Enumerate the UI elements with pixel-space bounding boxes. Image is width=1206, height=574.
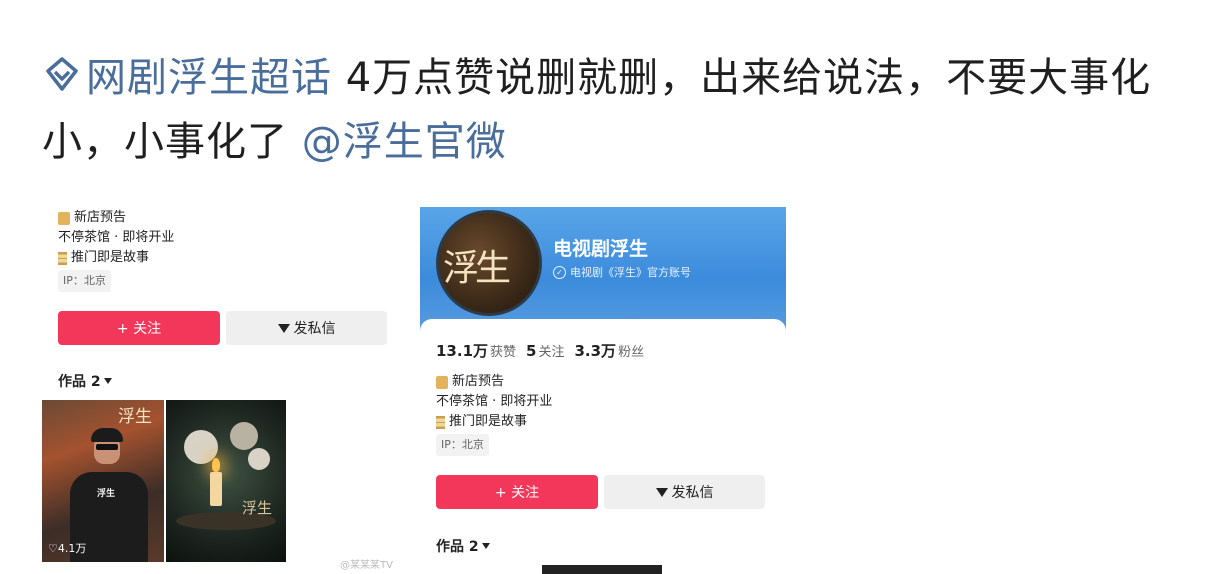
candle — [210, 472, 222, 506]
mention-link[interactable]: @浮生官微 — [302, 119, 507, 165]
video-thumbnail[interactable] — [542, 565, 662, 574]
verify-text: 电视剧《浮生》官方账号 — [570, 266, 691, 279]
flower-decoration — [248, 448, 270, 470]
avatar-logo: 浮生 — [443, 248, 511, 289]
bio-line: 推门即是故事 — [449, 414, 528, 429]
stats-row: 13.1万 获赞 5 关注 3.3万 粉丝 — [436, 340, 654, 361]
thumbnail-logo: 浮生 — [241, 499, 272, 517]
flower-decoration — [230, 422, 258, 450]
likes-count[interactable]: 13.1万 — [436, 342, 488, 360]
bio-line: 新店预告 — [452, 374, 505, 389]
bio: 新店预告 不停茶馆 · 即将开业 推门即是故事 IP：北京 — [436, 372, 552, 456]
bio-line: 推门即是故事 — [71, 250, 150, 265]
likes-label: 获赞 — [490, 345, 517, 360]
send-icon — [277, 323, 290, 333]
dropdown-icon — [103, 378, 112, 384]
dropdown-icon — [481, 543, 490, 549]
account-name: 电视剧浮生 — [553, 238, 649, 260]
message-button[interactable]: 发私信 — [604, 475, 765, 509]
follow-button[interactable]: + 关注 — [58, 311, 220, 345]
message-label: 发私信 — [293, 321, 336, 337]
watermark: @某某某TV — [340, 560, 393, 571]
bio: 新店预告 不停茶馆 · 即将开业 推门即是故事 IP：北京 — [58, 208, 174, 292]
following-count[interactable]: 5 — [526, 342, 536, 360]
right-profile-screenshot: 浮生 电视剧浮生 ✓ 电视剧《浮生》官方账号 13.1万 获赞 5 关注 3.3万 粉丝 … — [420, 207, 786, 574]
bio-line: 不停茶馆 · 即将开业 — [436, 394, 553, 409]
video-thumbnail[interactable]: 浮生 — [166, 400, 286, 562]
like-count-value: 4.1万 — [57, 542, 87, 555]
followers-label: 粉丝 — [618, 345, 645, 360]
send-icon — [655, 487, 668, 497]
hourglass-icon — [58, 251, 67, 265]
thumbnail-logo: 浮生 — [118, 407, 152, 427]
like-count: ♡4.1万 — [48, 540, 86, 556]
message-label: 发私信 — [671, 485, 714, 501]
follow-button[interactable]: + 关注 — [436, 475, 598, 509]
avatar[interactable]: 浮生 — [436, 210, 542, 316]
shirt-logo: 浮生 — [97, 489, 116, 499]
scroll-icon — [58, 211, 70, 225]
heart-icon: ♡ — [48, 542, 58, 555]
hourglass-icon — [436, 415, 445, 429]
topic-link[interactable]: 网剧浮生超话 — [86, 55, 332, 101]
left-profile-screenshot: 新店预告 不停茶馆 · 即将开业 推门即是故事 IP：北京 + 关注 发私信 作… — [42, 200, 407, 574]
works-tab[interactable]: 作品 2 — [58, 371, 112, 391]
person-sunglasses — [96, 444, 118, 450]
video-thumbnail[interactable]: 浮生 浮生 ♡4.1万 — [42, 400, 164, 562]
candle-flame — [212, 458, 220, 472]
followers-count[interactable]: 3.3万 — [574, 342, 616, 360]
works-tab[interactable]: 作品 2 — [436, 536, 490, 556]
person-cap — [91, 428, 123, 442]
ip-tag: IP：北京 — [436, 434, 489, 456]
works-label: 作品 2 — [436, 539, 479, 555]
following-label: 关注 — [538, 345, 565, 360]
verify-line: ✓ 电视剧《浮生》官方账号 — [553, 264, 691, 280]
message-button[interactable]: 发私信 — [226, 311, 387, 345]
bio-line: 新店预告 — [74, 210, 127, 225]
ip-tag: IP：北京 — [58, 270, 111, 292]
works-label: 作品 2 — [58, 374, 101, 390]
scroll-icon — [436, 375, 448, 389]
post-text: 网剧浮生超话 4万点赞说删就删，出来给说法，不要大事化小，小事化了 @浮生官微 — [42, 46, 1172, 174]
bio-line: 不停茶馆 · 即将开业 — [58, 230, 175, 245]
verified-icon: ✓ — [553, 265, 566, 279]
supertopic-diamond-icon — [46, 57, 78, 91]
